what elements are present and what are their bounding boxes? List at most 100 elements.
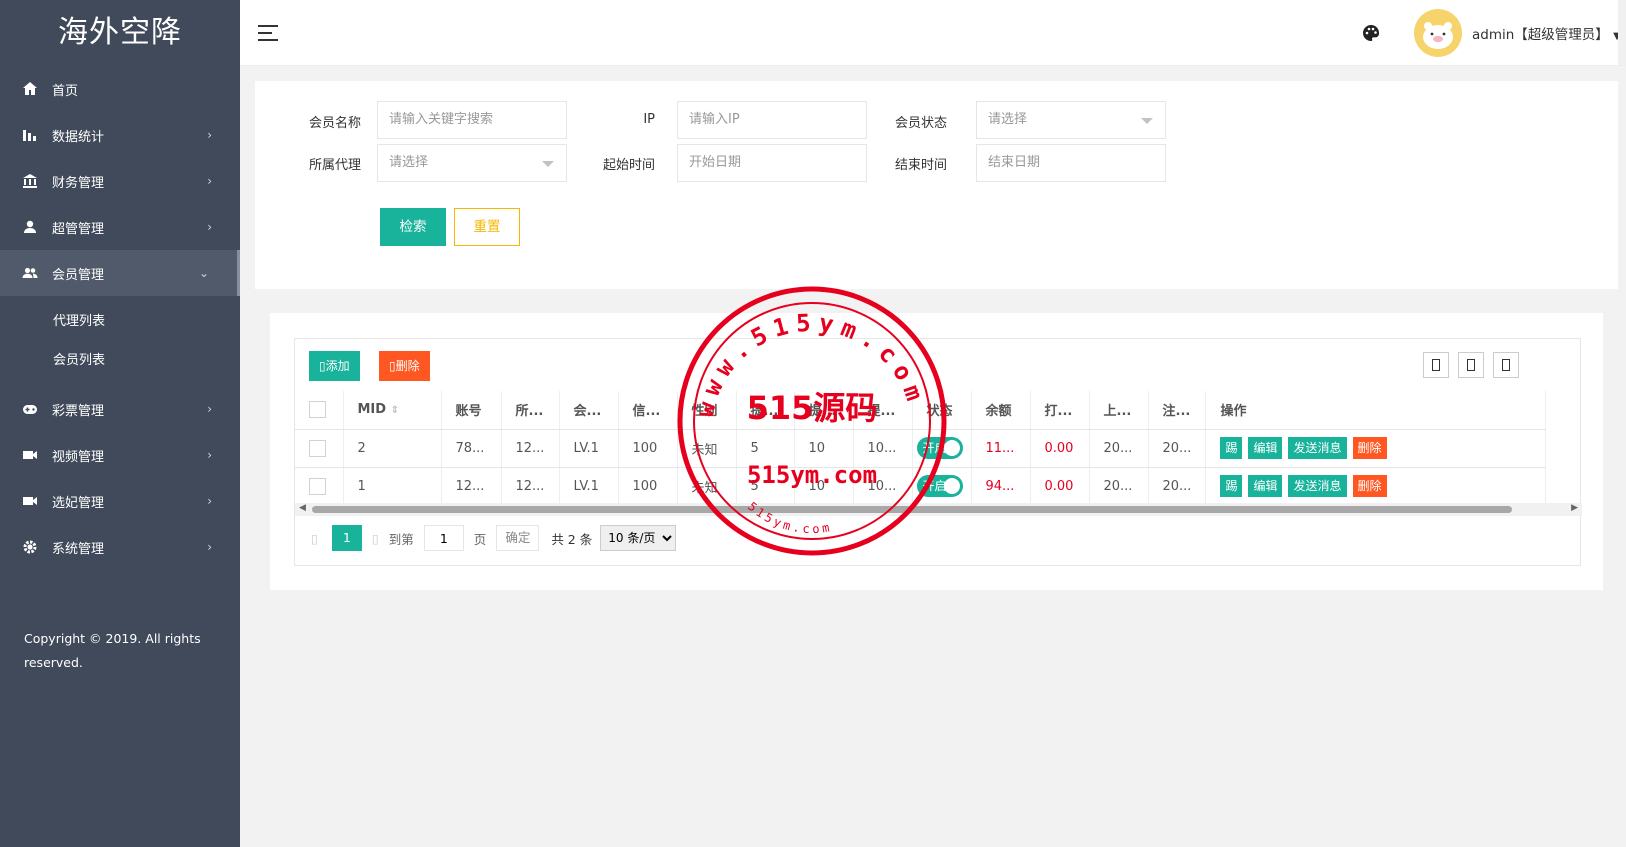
cell-account: 78... — [441, 429, 502, 468]
sidebar-item-consorts[interactable]: 选妃管理 › — [0, 478, 240, 524]
next-page-icon[interactable]: ▯ — [372, 531, 379, 546]
cell-w3: 10... — [853, 467, 913, 506]
sort-icon[interactable]: ⇕ — [391, 405, 399, 416]
user-icon — [24, 220, 36, 233]
cell-balance: 94... — [971, 467, 1031, 506]
filter-panel: 会员名称 请输入关键字搜索 IP 请输入IP 会员状态 请选择 所属代理 请选择… — [255, 81, 1618, 289]
avatar[interactable] — [1414, 9, 1462, 57]
status-toggle[interactable]: 开启 — [916, 437, 963, 459]
edit-button[interactable]: 编辑 — [1248, 437, 1283, 459]
end-time-label: 结束时间 — [894, 158, 947, 173]
goto-page-input[interactable] — [423, 525, 464, 551]
filter-columns-button[interactable] — [1423, 352, 1449, 378]
ip-input[interactable]: 请输入IP — [677, 101, 867, 139]
gamepad-icon — [23, 405, 37, 414]
columns-icon — [1432, 359, 1440, 371]
scrollbar-thumb[interactable] — [312, 506, 1512, 513]
chevron-right-icon: › — [207, 220, 212, 234]
status-toggle[interactable]: 开启 — [916, 475, 963, 497]
menu-toggle-icon[interactable] — [258, 25, 278, 41]
row-delete-button[interactable]: 删除 — [1352, 437, 1387, 459]
edit-button[interactable]: 编辑 — [1248, 475, 1283, 497]
sidebar-item-label: 会员管理 — [52, 267, 105, 283]
chevron-right-icon: › — [207, 540, 212, 554]
send-message-button[interactable]: 发送消息 — [1288, 437, 1347, 459]
user-menu[interactable]: admin【超级管理员】 ▼ — [1472, 23, 1621, 43]
member-status-select[interactable]: 请选择 — [976, 101, 1166, 139]
cell-level: LV.1 — [559, 467, 619, 506]
add-button[interactable]: ▯添加 — [309, 351, 360, 381]
cell-level: LV.1 — [559, 429, 619, 468]
row-checkbox-cell[interactable] — [295, 467, 344, 506]
row-checkbox-cell[interactable] — [295, 429, 344, 468]
row-delete-button[interactable]: 删除 — [1352, 475, 1387, 497]
sidebar-item-home[interactable]: 首页 — [0, 66, 240, 112]
prev-page-icon[interactable]: ▯ — [311, 531, 318, 546]
horizontal-scrollbar[interactable]: ◀ ▶ — [295, 503, 1582, 516]
cell-agent: 12... — [501, 467, 560, 506]
table-row: 2 78... 12... LV.1 100 未知 5 10 10... 开启 … — [295, 429, 1547, 468]
agent-select[interactable]: 请选择 — [377, 144, 567, 182]
sidebar-item-stats[interactable]: 数据统计 › — [0, 112, 240, 158]
page-size-select[interactable]: 10 条/页 — [600, 525, 677, 551]
top-header: admin【超级管理员】 ▼ — [240, 0, 1626, 66]
user-name: admin【超级管理员】 — [1472, 27, 1609, 43]
end-date-input[interactable]: 结束日期 — [976, 144, 1166, 182]
current-page[interactable]: 1 — [331, 525, 362, 551]
scroll-left-icon[interactable]: ◀ — [299, 503, 306, 513]
header-checkbox-cell[interactable] — [295, 391, 344, 430]
column-header: 信... — [618, 391, 678, 430]
sidebar-item-admins[interactable]: 超管管理 › — [0, 204, 240, 250]
cell-mid: 2 — [343, 429, 442, 468]
sidebar-item-label: 系统管理 — [52, 541, 105, 557]
confirm-page-button[interactable]: 确定 — [496, 525, 540, 551]
table-row: 1 12... 12... LV.1 100 未知 5 10 10... 开启 … — [295, 467, 1547, 506]
column-header-label: MID — [357, 402, 387, 418]
sidebar-subitem-agents[interactable]: 代理列表 — [0, 302, 240, 341]
sidebar-item-finance[interactable]: 财务管理 › — [0, 158, 240, 204]
delete-label: 删除 — [395, 359, 420, 373]
cell-actions: 踢编辑 发送消息 删除 — [1205, 429, 1547, 468]
kick-button[interactable]: 踢 — [1220, 437, 1243, 459]
chevron-down-icon: ⌄ — [198, 266, 209, 280]
row-checkbox[interactable] — [309, 477, 326, 495]
column-header[interactable]: MID ⇕ — [343, 391, 442, 430]
column-header: 余额 — [971, 391, 1031, 430]
sidebar-item-label: 财务管理 — [52, 175, 105, 191]
cell-gender: 未知 — [677, 429, 737, 468]
select-all-checkbox[interactable] — [309, 401, 326, 419]
agent-label: 所属代理 — [308, 158, 361, 173]
sidebar-item-label: 首页 — [52, 83, 79, 99]
kick-button[interactable]: 踢 — [1220, 475, 1243, 497]
sidebar-item-system[interactable]: 系统管理 › — [0, 524, 240, 570]
select-placeholder: 请选择 — [988, 112, 1028, 127]
copyright-text: Copyright © 2019. All rights reserved. — [24, 631, 201, 670]
dropdown-caret-icon — [1141, 118, 1153, 124]
scroll-right-icon[interactable]: ▶ — [1571, 503, 1578, 513]
sidebar-subitem-members[interactable]: 会员列表 — [0, 341, 240, 380]
cell-reg: 20... — [1148, 467, 1207, 506]
member-name-input[interactable]: 请输入关键字搜索 — [377, 101, 567, 139]
chevron-right-icon: › — [207, 402, 212, 416]
column-header: 会... — [559, 391, 619, 430]
cell-mid: 1 — [343, 467, 442, 506]
reset-button[interactable]: 重置 — [454, 208, 520, 246]
sidebar-item-lottery[interactable]: 彩票管理 › — [0, 386, 240, 432]
column-header: 上... — [1089, 391, 1149, 430]
delete-button[interactable]: ▯删除 — [379, 351, 430, 381]
search-button[interactable]: 检索 — [380, 208, 446, 246]
send-message-button[interactable]: 发送消息 — [1288, 475, 1347, 497]
start-date-input[interactable]: 开始日期 — [677, 144, 867, 182]
palette-icon[interactable] — [1362, 24, 1380, 42]
row-checkbox[interactable] — [309, 439, 326, 457]
sidebar-item-members[interactable]: 会员管理 ⌄ — [0, 250, 240, 296]
cell-bet: 0.00 — [1030, 429, 1090, 468]
export-button[interactable] — [1458, 352, 1484, 378]
app-logo: 海外空降 — [58, 15, 182, 50]
page-scrollbar[interactable] — [1618, 0, 1626, 65]
column-header: 状态 — [912, 391, 972, 430]
member-name-label: 会员名称 — [308, 116, 361, 131]
export-icon — [1467, 359, 1475, 371]
print-button[interactable] — [1493, 352, 1519, 378]
sidebar-item-videos[interactable]: 视频管理 › — [0, 432, 240, 478]
